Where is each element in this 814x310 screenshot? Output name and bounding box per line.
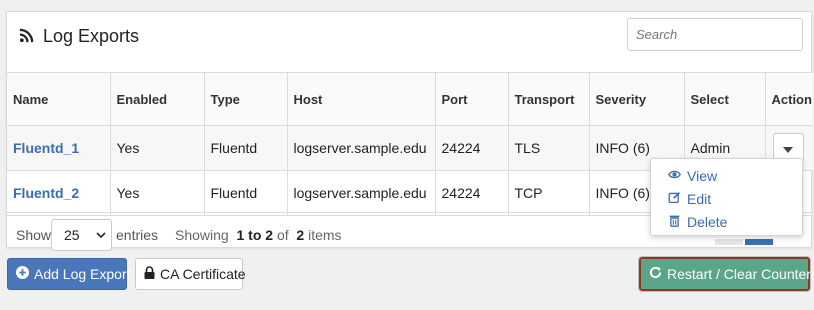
column-header-enabled[interactable]: Enabled [109,72,205,126]
restart-clear-counters-label: Restart / Clear Counters [667,266,814,282]
add-log-export-button[interactable]: Add Log Export [7,258,131,290]
menu-item-delete[interactable]: Delete [668,214,727,230]
ca-certificate-button[interactable]: CA Certificate [135,258,246,290]
entries-value: 25 [64,227,80,243]
title-wrap: Log Exports [19,26,139,47]
refresh-icon [649,266,662,282]
trash-icon [668,214,681,230]
column-header-port[interactable]: Port [434,72,509,126]
column-header-transport[interactable]: Transport [507,72,590,126]
cell-enabled: Yes [109,170,205,216]
cell-port: 24224 [434,125,509,171]
entries-select[interactable]: 25 [51,219,112,251]
showing-total: 2 [296,227,305,243]
cell-name[interactable]: Fluentd_1 [7,125,111,171]
restart-clear-counters-button[interactable]: Restart / Clear Counters [638,256,814,292]
search-input[interactable] [627,18,803,51]
menu-item-label: Edit [687,191,712,207]
page-title: Log Exports [43,26,140,46]
menu-item-label: Delete [687,214,728,230]
showing-info: Showing 1 to 2 of 2 items [175,227,342,243]
edit-icon [668,191,681,207]
menu-item-label: View [687,168,718,184]
row-name-link[interactable]: Fluentd_1 [13,140,79,156]
rss-icon [19,28,34,46]
column-header-severity[interactable]: Severity [588,72,685,126]
lock-icon [144,266,155,282]
showing-prefix: Showing [175,227,229,243]
column-header-host[interactable]: Host [286,72,436,126]
pagination-active-page[interactable] [745,239,773,245]
cell-host: logserver.sample.edu [286,125,436,171]
add-log-export-label: Add Log Export [34,266,131,282]
plus-circle-icon [16,266,29,282]
cell-transport: TLS [507,125,590,171]
entries-label: entries [116,227,159,243]
cell-host: logserver.sample.edu [286,170,436,216]
showing-of: of [276,227,289,243]
cell-port: 24224 [434,170,509,216]
ca-certificate-label: CA Certificate [160,266,246,282]
showing-items: items [308,227,342,243]
cell-type: Fluentd [203,170,288,216]
cell-name[interactable]: Fluentd_2 [7,170,111,216]
showing-range: 1 to 2 [236,227,274,243]
menu-item-edit[interactable]: Edit [668,191,711,207]
table-header-row: Name Enabled Type Host Port Transport Se… [7,72,813,126]
card-header: Log Exports [7,12,811,72]
column-header-action: Action [764,72,813,126]
cell-type: Fluentd [203,125,288,171]
action-dropdown-menu: View Edit Delete [650,158,803,236]
pagination [715,239,773,245]
column-header-name[interactable]: Name [7,72,111,126]
pagination-button[interactable] [715,239,743,245]
menu-item-view[interactable]: View [668,168,717,184]
column-header-type[interactable]: Type [203,72,288,126]
caret-down-icon [783,140,793,156]
cell-enabled: Yes [109,125,205,171]
row-name-link[interactable]: Fluentd_2 [13,185,79,201]
show-label: Show [16,227,52,243]
column-header-select[interactable]: Select [683,72,766,126]
cell-transport: TCP [507,170,590,216]
eye-icon [668,168,681,184]
